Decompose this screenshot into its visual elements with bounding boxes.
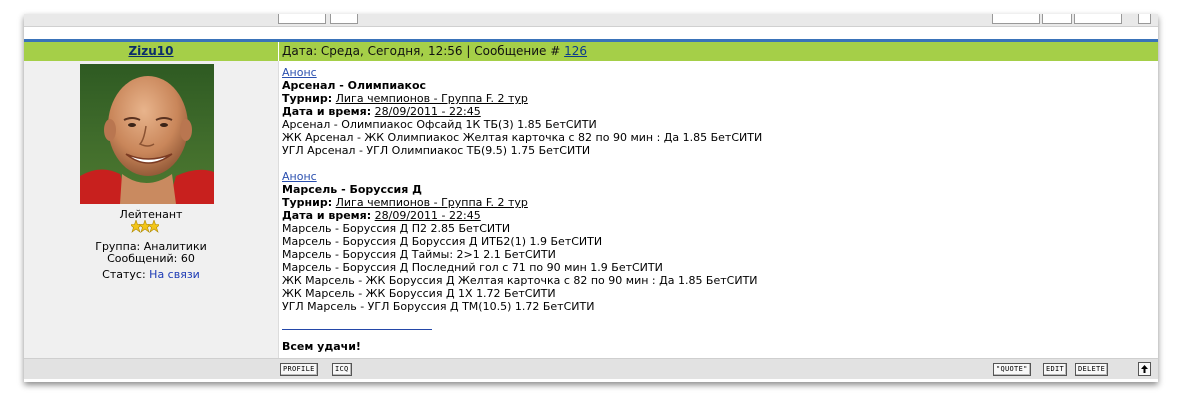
post-date-text: Дата: Среда, Сегодня, 12:56 | Сообщение … [282,44,561,58]
signature-divider [282,329,432,330]
delete-button[interactable]: DELETE [1075,363,1109,376]
datetime-link[interactable]: 28/09/2011 - 22:45 [375,209,481,222]
bet-line: ЖК Арсенал - ЖК Олимпиакос Желтая карточ… [282,131,763,144]
match-title: Арсенал - Олимпиакос [282,79,427,92]
message-number-link[interactable]: 126 [564,44,587,58]
bet-line: УГЛ Марсель - УГЛ Боруссия Д ТМ(10.5) 1.… [282,300,595,313]
datetime-link[interactable]: 28/09/2011 - 22:45 [375,105,481,118]
bet-line: УГЛ Арсенал - УГЛ Олимпиакос ТБ(9.5) 1.7… [282,144,591,157]
match-title: Марсель - Боруссия Д [282,183,422,196]
icq-button[interactable]: ICQ [332,363,352,376]
datetime-label: Дата и время: [282,105,372,118]
tournament-link[interactable]: Лига чемпионов - Группа F. 2 тур [336,196,528,209]
author-sidebar: Лейтенант Группа: Аналитики Сообщений: 6… [24,61,279,370]
datetime-label: Дата и время: [282,209,372,222]
bet-line: Марсель - Боруссия Д Таймы: 2>1 2.1 БетС… [282,248,556,261]
author-message-count: Сообщений: 60 [107,252,195,265]
arrow-up-icon [1141,365,1148,373]
avatar [80,64,214,204]
prev-quote-button-stub[interactable] [992,14,1040,24]
prev-profile-button-stub[interactable] [278,14,326,24]
author-header-cell: Zizu10 [24,42,279,61]
prev-up-button-stub[interactable] [1138,14,1151,24]
post-body: Анонс Арсенал - Олимпиакос Турнир: Лига … [282,66,1142,313]
profile-button[interactable]: PROFILE [280,363,318,376]
status-label: Статус: [102,268,146,281]
bet-line: Марсель - Боруссия Д Боруссия Д ИТБ2(1) … [282,235,603,248]
tournament-link[interactable]: Лига чемпионов - Группа F. 2 тур [336,92,528,105]
bet-line: Марсель - Боруссия Д П2 2.85 БетСИТИ [282,222,511,235]
author-status: Статус: На связи [24,268,278,281]
status-value: На связи [149,268,200,281]
edit-button[interactable]: EDIT [1043,363,1068,376]
tournament-label: Турнир: [282,196,333,209]
prev-delete-button-stub[interactable] [1074,14,1122,24]
bet-line: Арсенал - Олимпиакос Офсайд 1К ТБ(3) 1.8… [282,118,597,131]
prev-icq-button-stub[interactable] [330,14,358,24]
quote-button[interactable]: "QUOTE" [993,363,1031,376]
anons-link[interactable]: Анонс [282,170,317,183]
forum-post: Zizu10 Дата: Среда, Сегодня, 12:56 | Соо… [24,14,1158,380]
bet-line: ЖК Марсель - ЖК Боруссия Д 1X 1.72 БетСИ… [282,287,556,300]
post-header: Zizu10 Дата: Среда, Сегодня, 12:56 | Соо… [24,39,1158,61]
author-name-link[interactable]: Zizu10 [128,44,173,58]
anons-link[interactable]: Анонс [282,66,317,79]
rank-stars-icon [131,220,159,233]
tournament-label: Турнир: [282,92,333,105]
prev-edit-button-stub[interactable] [1042,14,1072,24]
signature-text: Всем удачи! [282,340,361,353]
post-meta: Дата: Среда, Сегодня, 12:56 | Сообщение … [282,42,587,61]
bet-line: ЖК Марсель - ЖК Боруссия Д Желтая карточ… [282,274,758,287]
previous-post-footer [24,14,1158,27]
bet-line: Марсель - Боруссия Д Последний гол с 71 … [282,261,663,274]
scroll-top-button[interactable] [1138,362,1151,376]
post-footer: PROFILE ICQ "QUOTE" EDIT DELETE [24,358,1158,379]
